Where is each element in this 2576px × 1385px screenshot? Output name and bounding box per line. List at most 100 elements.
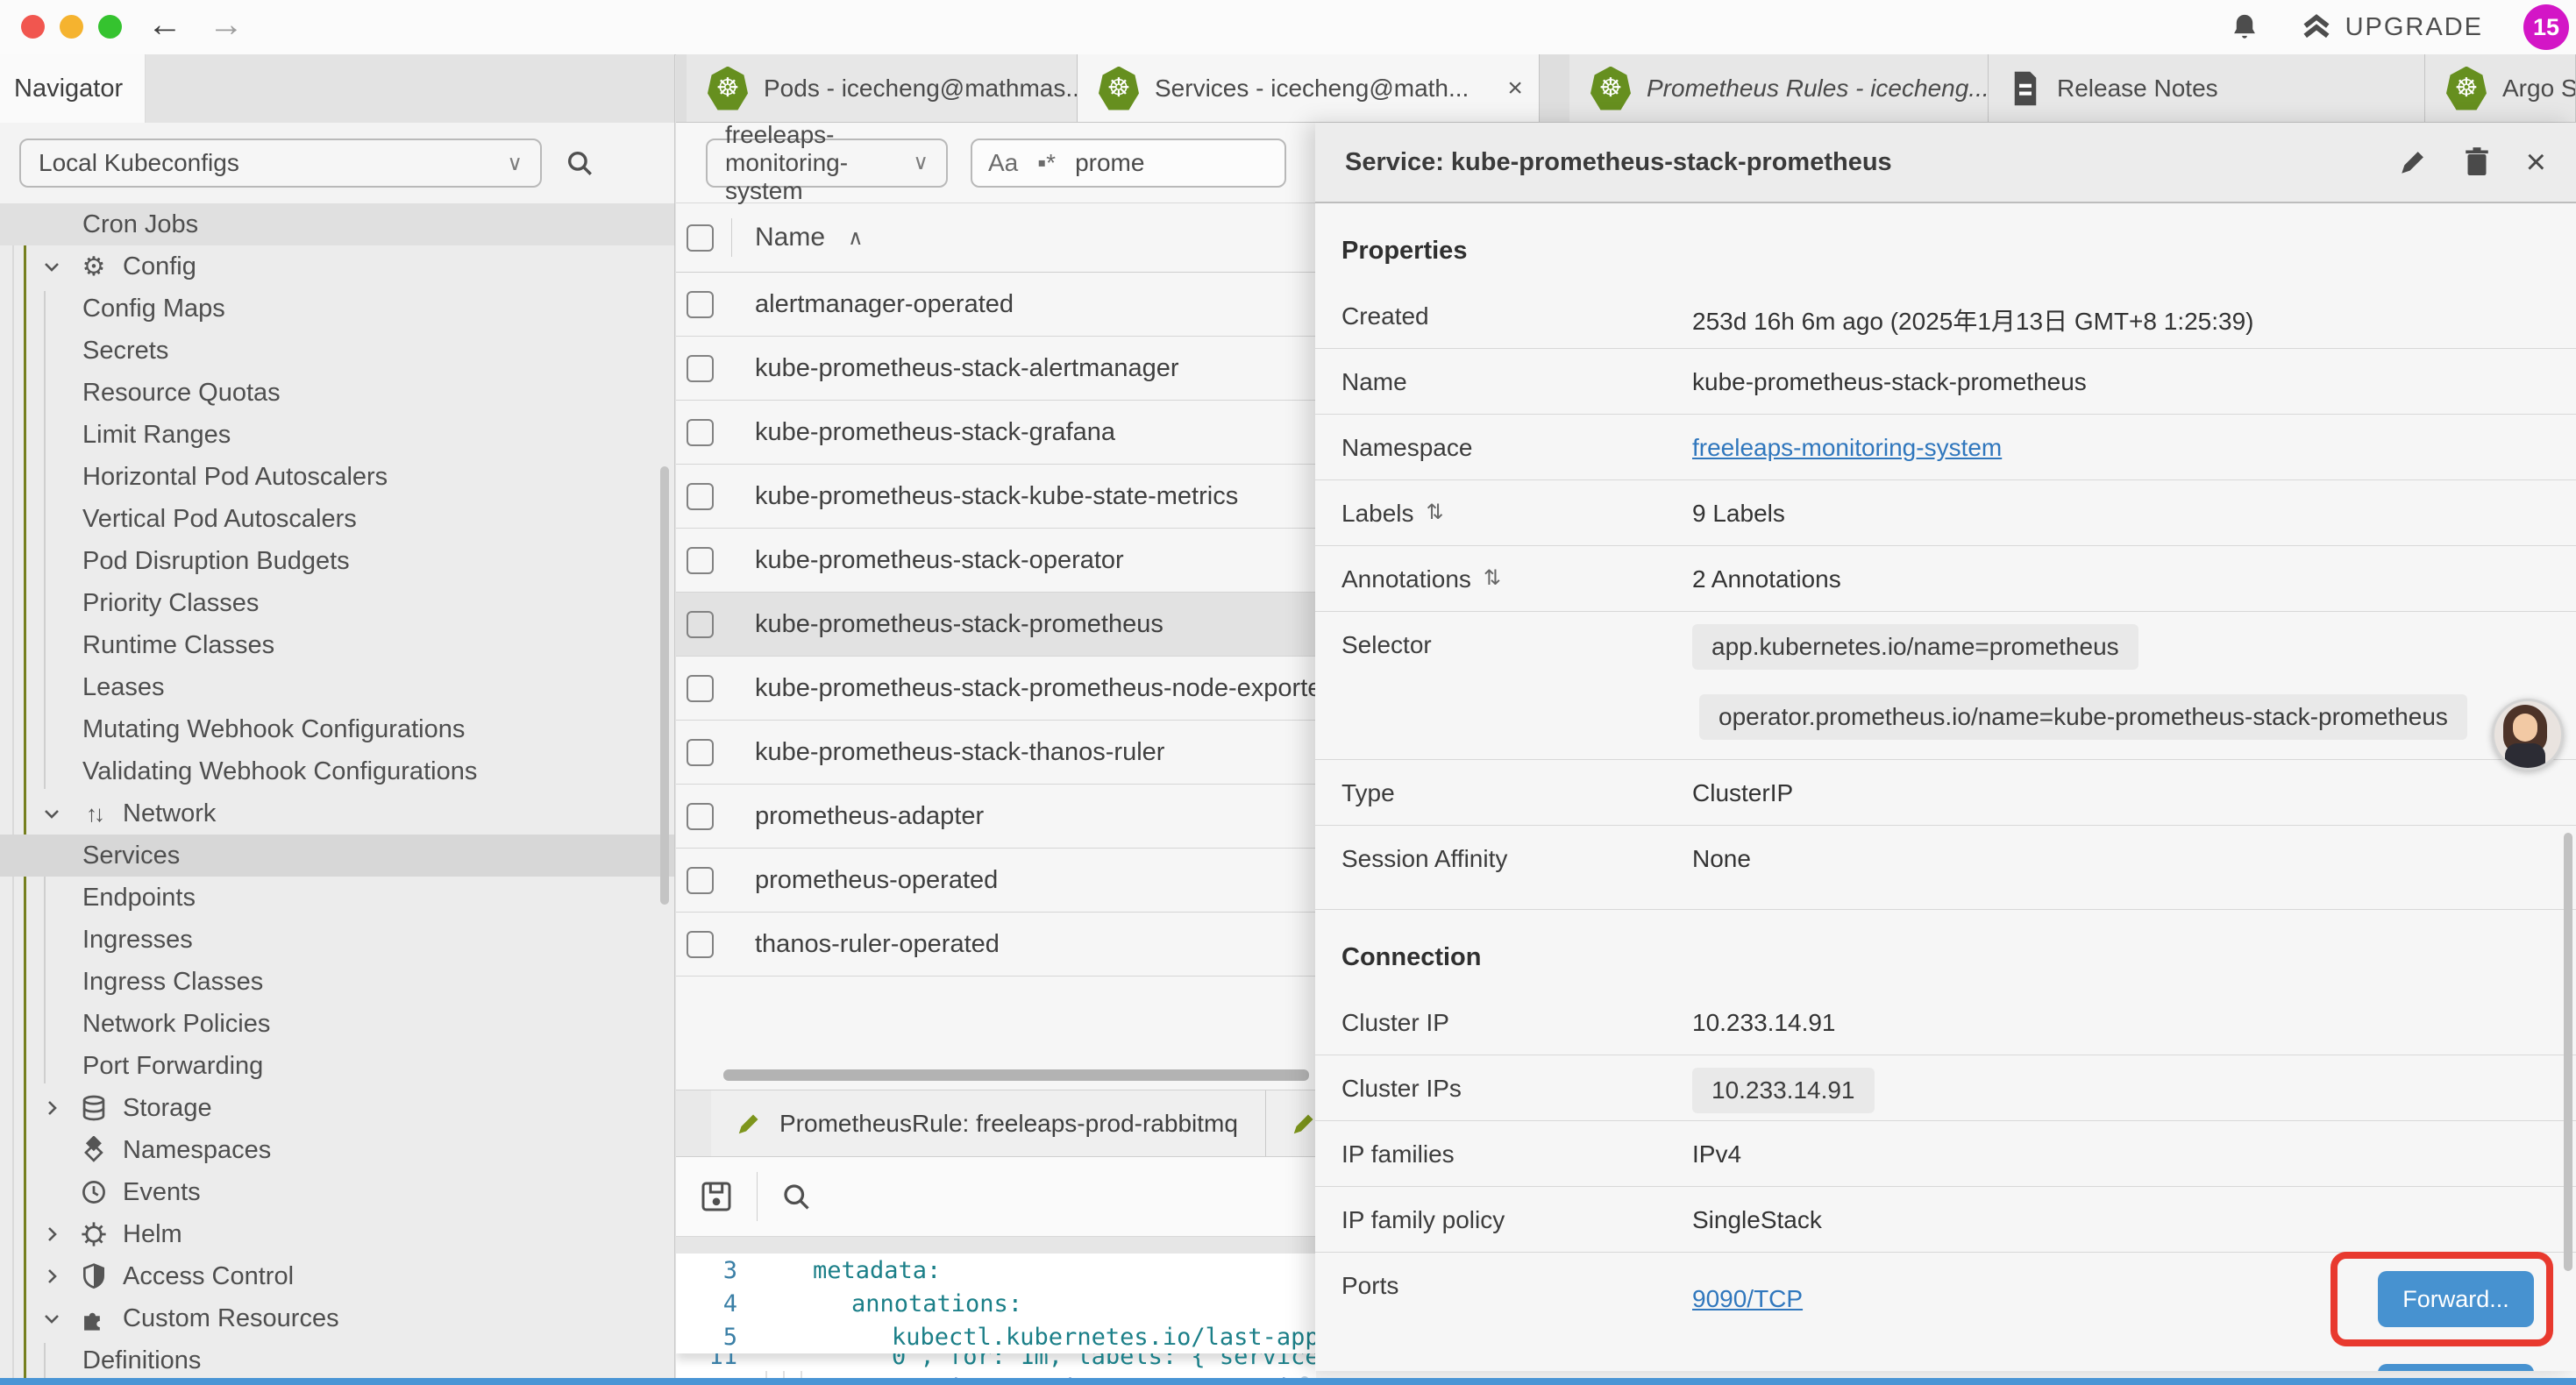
table-row[interactable]: kube-prometheus-stack-alertmanager [676,337,1316,401]
sidebar-item-mutating-webhook-configurations[interactable]: Mutating Webhook Configurations [0,708,674,750]
table-row[interactable]: kube-prometheus-stack-thanos-ruler [676,721,1316,785]
sidebar-item-port-forwarding[interactable]: Port Forwarding [0,1045,674,1087]
sidebar-item-namespaces[interactable]: Namespaces [0,1129,674,1171]
user-avatar[interactable] [2492,699,2564,771]
sidebar-item-endpoints[interactable]: Endpoints [0,877,674,919]
sidebar-item-resource-quotas[interactable]: Resource Quotas [0,372,674,414]
sidebar-item-network-policies[interactable]: Network Policies [0,1003,674,1045]
sidebar-item-storage[interactable]: Storage [0,1087,674,1129]
sidebar-item-custom-resources[interactable]: Custom Resources [0,1297,674,1339]
table-row[interactable]: kube-prometheus-stack-kube-state-metrics [676,465,1316,529]
row-checkbox[interactable] [687,675,714,702]
selector-chip[interactable]: operator.prometheus.io/name=kube-prometh… [1699,694,2467,740]
sidebar-item-network[interactable]: ↑↓ Network [0,792,674,835]
save-icon[interactable] [699,1179,734,1214]
sidebar-item-events[interactable]: Events [0,1171,674,1213]
sort-ascending-icon[interactable]: ∧ [848,225,864,251]
cluster-ip-chip[interactable]: 10.233.14.91 [1692,1068,1875,1113]
close-icon[interactable]: × [2526,143,2546,182]
row-checkbox[interactable] [687,483,714,510]
table-row[interactable]: thanos-ruler-operated [676,913,1316,977]
upgrade-button[interactable]: UPGRADE [2300,12,2483,42]
sidebar-item-leases[interactable]: Leases [0,666,674,708]
table-row[interactable]: kube-prometheus-stack-prometheus-node-ex… [676,657,1316,721]
zoom-window-button[interactable] [98,15,122,39]
close-tab-icon[interactable]: × [1507,74,1523,103]
tab-editor-partial[interactable] [1266,1090,1316,1156]
namespace-link[interactable]: freeleaps-monitoring-system [1692,415,2002,462]
sidebar-item-config[interactable]: ⚙ Config [0,245,674,288]
sidebar-item-secrets[interactable]: Secrets [0,330,674,372]
row-checkbox[interactable] [687,355,714,382]
match-case-toggle[interactable]: Aa [988,149,1018,177]
namespace-select[interactable]: freeleaps-monitoring-system ∨ [706,138,948,188]
table-row[interactable]: kube-prometheus-stack-grafana [676,401,1316,465]
table-row[interactable]: prometheus-adapter [676,785,1316,849]
expand-collapse-icon[interactable]: ⇅ [1427,500,1444,528]
back-arrow-icon[interactable]: ← [147,5,182,45]
minimize-window-button[interactable] [60,15,83,39]
sidebar-item-pod-disruption-budgets[interactable]: Pod Disruption Budgets [0,540,674,582]
row-checkbox[interactable] [687,739,714,766]
kubernetes-icon: ☸ [708,67,748,110]
table-row-selected[interactable]: kube-prometheus-stack-prometheus [676,593,1316,657]
sidebar-scrollbar[interactable] [660,466,669,905]
horizontal-scrollbar[interactable] [723,1069,1309,1081]
select-all-checkbox[interactable] [687,224,714,252]
tab-release-notes[interactable]: Release Notes [1989,54,2425,122]
expand-collapse-icon[interactable]: ⇅ [1484,565,1501,593]
search-icon[interactable] [780,1181,812,1212]
sidebar-item-runtime-classes[interactable]: Runtime Classes [0,624,674,666]
tab-services[interactable]: ☸ Services - icecheng@math... × [1078,54,1540,122]
search-icon[interactable] [565,148,594,178]
tab-navigator[interactable]: Navigator [0,54,146,123]
row-checkbox[interactable] [687,547,714,574]
sidebar-item-priority-classes[interactable]: Priority Classes [0,582,674,624]
row-checkbox[interactable] [687,611,714,638]
sidebar-item-validating-webhook-configurations[interactable]: Validating Webhook Configurations [0,750,674,792]
sidebar-item-horizontal-pod-autoscalers[interactable]: Horizontal Pod Autoscalers [0,456,674,498]
sidebar-item-limit-ranges[interactable]: Limit Ranges [0,414,674,456]
property-row-ip-family-policy: IP family policy SingleStack [1315,1187,2576,1253]
yaml-editor[interactable]: 3metadata: 4annotations: 5kubectl.kubern… [676,1254,1316,1378]
sidebar-item-ingresses[interactable]: Ingresses [0,919,674,961]
table-header[interactable]: Name ∧ [676,203,1316,273]
sidebar-item-cron-jobs[interactable]: Cron Jobs [0,203,674,245]
sidebar-item-config-maps[interactable]: Config Maps [0,288,674,330]
notification-badge[interactable]: 15 [2523,4,2569,50]
window-controls[interactable] [21,15,122,39]
tab-prometheus-rules[interactable]: ☸ Prometheus Rules - icecheng... [1569,54,1989,122]
forward-arrow-icon[interactable]: → [209,5,244,45]
port-link[interactable]: 9090/TCP [1692,1285,1803,1312]
table-row[interactable]: alertmanager-operated [676,273,1316,337]
sidebar-item-services[interactable]: Services [0,835,674,877]
table-row[interactable]: prometheus-operated [676,849,1316,913]
sidebar-item-ingress-classes[interactable]: Ingress Classes [0,961,674,1003]
sidebar-item-access-control[interactable]: Access Control [0,1255,674,1297]
kubeconfig-select[interactable]: Local Kubeconfigs ∨ [19,138,542,188]
selector-chip[interactable]: app.kubernetes.io/name=prometheus [1692,624,2138,670]
row-checkbox[interactable] [687,803,714,830]
row-checkbox[interactable] [687,867,714,894]
tab-argo[interactable]: ☸ Argo Se [2425,54,2576,122]
row-checkbox[interactable] [687,419,714,446]
tab-pods[interactable]: ☸ Pods - icecheng@mathmas... [687,54,1078,122]
bell-icon[interactable] [2230,11,2259,43]
edit-icon[interactable] [2398,147,2428,177]
column-header-name[interactable]: Name [755,223,825,252]
forward-button[interactable]: Forward... [2378,1364,2534,1371]
table-row[interactable]: kube-prometheus-stack-operator [676,529,1316,593]
filter-search-input[interactable]: Aa ▪* prome [971,138,1286,188]
row-checkbox[interactable] [687,291,714,318]
close-window-button[interactable] [21,15,45,39]
panel-scrollbar[interactable] [2564,833,2572,1271]
sidebar-item-helm[interactable]: Helm [0,1213,674,1255]
resource-tree: Cron Jobs ⚙ Config Config Maps Secrets R… [0,203,674,1378]
trash-icon[interactable] [2463,146,2491,178]
tab-prometheusrule-editor[interactable]: PrometheusRule: freeleaps-prod-rabbitmq [711,1090,1266,1156]
forward-button[interactable]: Forward... [2378,1271,2534,1327]
row-checkbox[interactable] [687,931,714,958]
regex-toggle[interactable]: ▪* [1037,149,1056,177]
sidebar-item-definitions[interactable]: Definitions [0,1339,674,1378]
sidebar-item-vertical-pod-autoscalers[interactable]: Vertical Pod Autoscalers [0,498,674,540]
